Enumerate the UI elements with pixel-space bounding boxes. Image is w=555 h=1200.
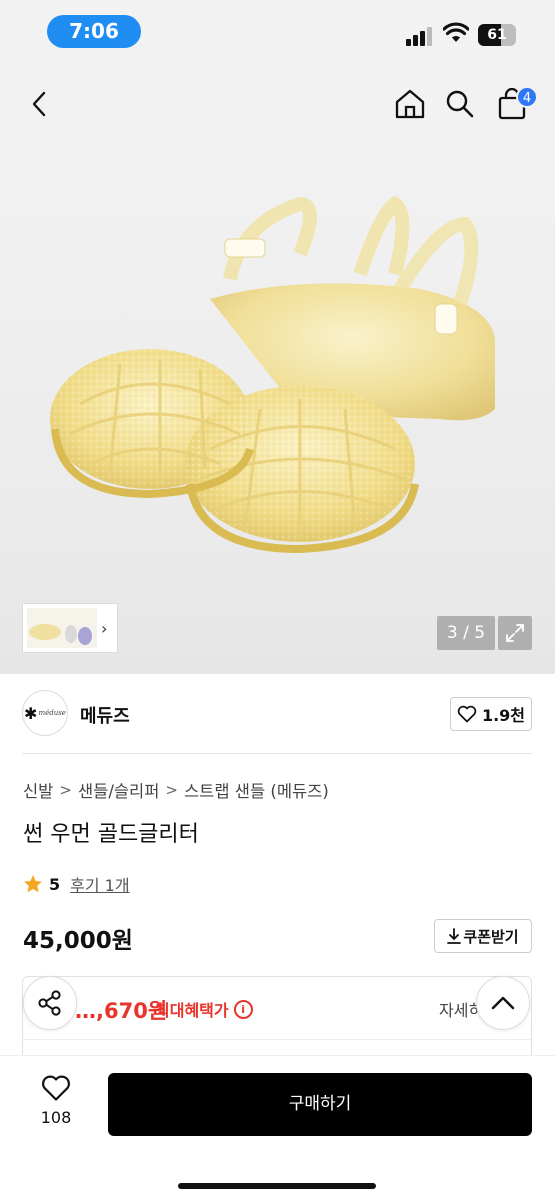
coupon-label: 쿠폰받기: [463, 927, 519, 946]
share-button[interactable]: [23, 976, 77, 1030]
review-link[interactable]: 후기 1개: [70, 872, 129, 896]
brand-like-button[interactable]: 1.9천: [450, 697, 532, 731]
thumbnail-image[interactable]: [27, 608, 97, 648]
divider: [23, 1039, 531, 1040]
max-benefit-label: 최대혜택가 i: [155, 997, 253, 1021]
wifi-icon: [443, 22, 469, 42]
back-icon: [32, 91, 46, 117]
cart-button[interactable]: 4: [492, 84, 538, 124]
brand-name[interactable]: 메듀즈: [80, 702, 130, 728]
max-benefit-label-text: 최대혜택가: [155, 1001, 229, 1020]
breadcrumb-item[interactable]: 신발: [23, 778, 53, 802]
brand-row[interactable]: ✱ méduse 메듀즈 1.9천: [22, 690, 532, 738]
rating-score: 5: [49, 874, 61, 894]
coupon-button[interactable]: 쿠폰받기: [434, 919, 532, 953]
product-photo-sandals: [50, 195, 495, 554]
share-icon: [38, 990, 61, 1016]
expand-button[interactable]: [498, 616, 532, 650]
battery-percent: 61: [487, 27, 507, 43]
search-button[interactable]: [440, 84, 480, 124]
home-indicator: [178, 1183, 376, 1189]
product-image-carousel[interactable]: › 3 / 5: [0, 144, 555, 674]
breadcrumb-separator-icon: >: [165, 781, 178, 799]
heart-icon: [457, 705, 477, 723]
thumbnail-sandals: [29, 624, 92, 645]
wishlist-count: 108: [40, 1108, 72, 1127]
cellular-signal-icon: [406, 26, 434, 46]
battery-indicator: 61: [478, 24, 516, 46]
download-icon: [447, 928, 462, 944]
breadcrumb-separator-icon: >: [59, 781, 72, 799]
image-page-counter: 3 / 5: [437, 616, 495, 650]
brand-logo-text: méduse: [38, 709, 66, 717]
wishlist-button[interactable]: 108: [28, 1074, 84, 1127]
back-button[interactable]: [20, 84, 60, 124]
breadcrumb: 신발 > 샌들/슬리퍼 > 스트랩 샌들 (메듀즈): [23, 778, 329, 802]
brand-logo-mark-icon: ✱: [24, 703, 38, 723]
buy-button[interactable]: 구매하기: [108, 1073, 532, 1136]
brand-logo[interactable]: ✱ méduse: [22, 690, 68, 736]
divider: [22, 753, 532, 754]
status-time: 7:06: [47, 15, 141, 48]
cart-count-badge: 4: [516, 86, 538, 108]
chevron-right-icon[interactable]: ›: [101, 619, 107, 638]
search-icon: [446, 90, 474, 118]
bottom-action-bar: 108 구매하기: [0, 1055, 555, 1200]
breadcrumb-item[interactable]: 샌들/슬리퍼: [78, 778, 159, 802]
chevron-up-icon: [491, 996, 515, 1010]
scroll-top-button[interactable]: [476, 976, 530, 1030]
info-icon[interactable]: i: [233, 999, 253, 1019]
home-button[interactable]: [390, 84, 430, 124]
home-icon: [395, 89, 425, 119]
expand-icon: [506, 624, 524, 642]
star-icon: [24, 875, 42, 893]
heart-icon: [42, 1075, 70, 1101]
max-benefit-price: …,670원: [75, 999, 168, 1023]
product-price: 45,000원: [23, 928, 133, 954]
breadcrumb-item[interactable]: 스트랩 샌들 (메듀즈): [184, 778, 329, 802]
rating: 5 후기 1개: [23, 872, 130, 896]
product-title: 썬 우먼 골드글리터: [23, 822, 199, 847]
status-bar: 7:06 61: [0, 0, 555, 64]
top-nav: 4: [0, 64, 555, 144]
brand-like-count: 1.9천: [481, 706, 526, 725]
thumbnail-strip[interactable]: ›: [22, 603, 118, 653]
